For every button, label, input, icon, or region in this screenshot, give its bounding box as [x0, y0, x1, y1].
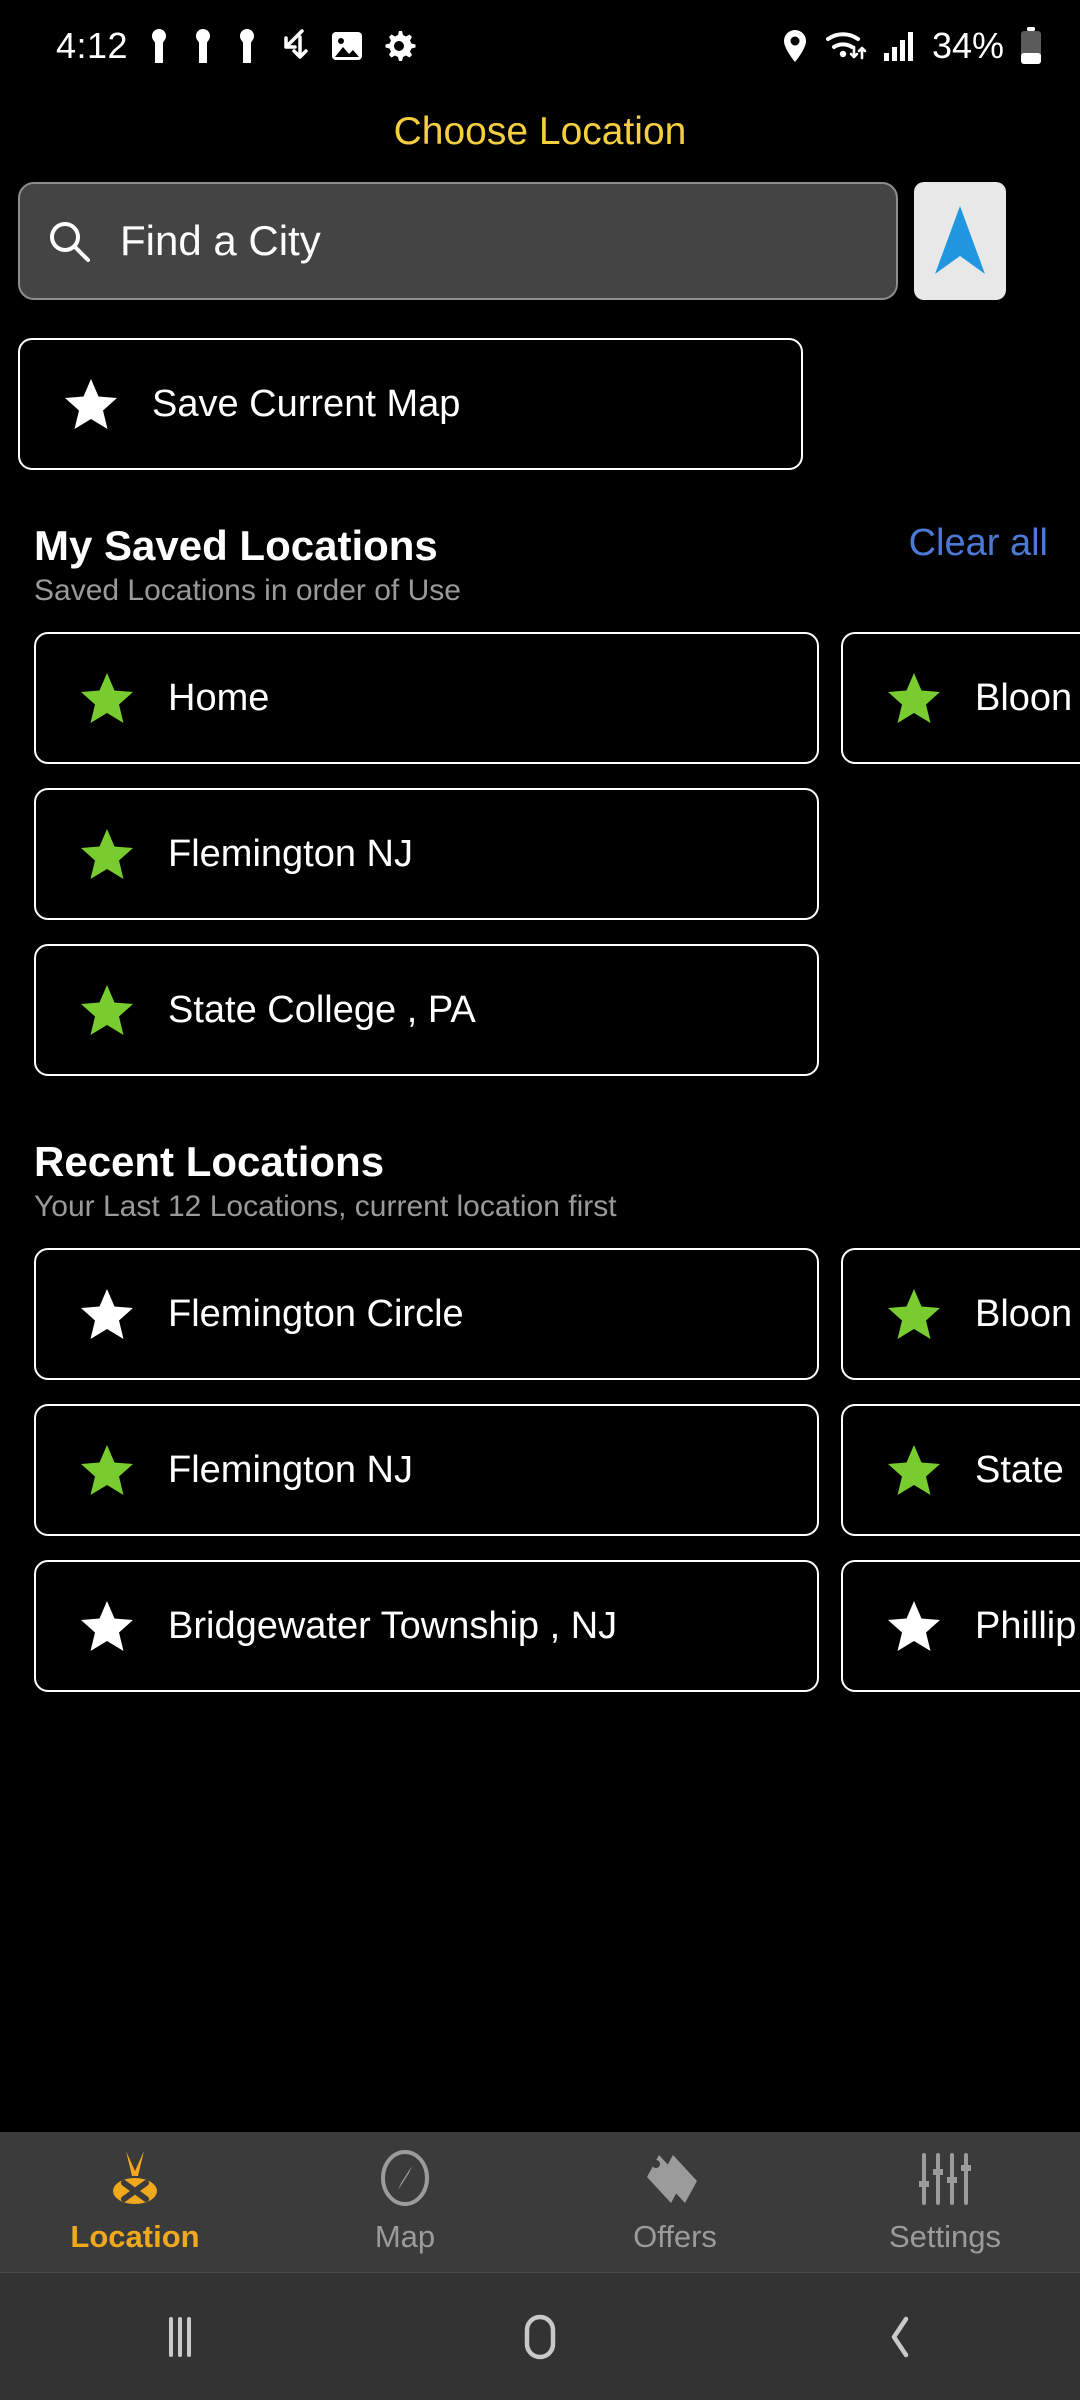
tab-offers[interactable]: Offers	[540, 2149, 810, 2255]
list-item[interactable]: Bridgewater Township , NJ	[34, 1560, 819, 1692]
image-icon	[332, 32, 363, 60]
list-item[interactable]: Flemington Circle	[34, 1248, 819, 1380]
saved-locations-row: Flemington NJ	[34, 788, 1048, 920]
tab-map-label: Map	[374, 2219, 436, 2254]
list-item-label: Flemington NJ	[168, 832, 413, 875]
saved-locations-title: My Saved Locations	[34, 522, 438, 569]
wifi-icon	[825, 32, 867, 60]
list-item[interactable]: Flemington NJ	[34, 1404, 819, 1536]
star-icon	[888, 1601, 940, 1651]
recent-locations-title: Recent Locations	[34, 1138, 385, 1185]
page-title: Choose Location	[393, 110, 687, 153]
star-icon	[81, 985, 133, 1035]
status-time: 4:12	[56, 25, 129, 66]
recent-locations-section: Recent Locations Your Last 12 Locations,…	[0, 1138, 1080, 1692]
search-input[interactable]: Find a City	[18, 182, 898, 300]
star-icon	[65, 379, 117, 429]
status-bar-left: 4:12	[56, 25, 416, 67]
recent-locations-row: Flemington NJ State	[34, 1404, 1080, 1536]
android-navigation-bar	[0, 2272, 1080, 2400]
saved-locations-row: State College , PA	[34, 944, 1048, 1076]
clear-all-button[interactable]: Clear all	[909, 522, 1048, 565]
list-item-label: Home	[168, 676, 270, 719]
status-bar-right: 34%	[780, 25, 1044, 67]
cellular-signal-icon	[883, 32, 913, 61]
save-current-map-button[interactable]: Save Current Map	[18, 338, 803, 470]
tab-location[interactable]: Location	[0, 2149, 270, 2255]
location-pin-icon	[783, 30, 806, 62]
list-item-label: Bloon	[975, 676, 1073, 719]
saved-locations-header: My Saved Locations Saved Locations in or…	[34, 522, 1048, 608]
recents-key[interactable]	[0, 2311, 360, 2363]
search-row: Find a City	[0, 172, 1080, 310]
home-icon	[524, 2314, 556, 2359]
list-item[interactable]: Bloon	[841, 1248, 1080, 1380]
star-icon	[81, 1601, 133, 1651]
search-placeholder: Find a City	[120, 217, 321, 264]
home-key[interactable]	[360, 2309, 720, 2365]
list-item-label: State College , PA	[168, 988, 476, 1031]
tab-settings-label: Settings	[888, 2219, 1001, 2254]
list-item[interactable]: Home	[34, 632, 819, 764]
recent-locations-grid: Flemington Circle Bloon Flemington NJ St…	[34, 1248, 1080, 1692]
location-x-pin-icon	[113, 2151, 157, 2204]
recent-locations-subtitle: Your Last 12 Locations, current location…	[34, 1190, 617, 1223]
recents-icon	[169, 2316, 191, 2357]
back-chevron-icon	[891, 2316, 909, 2357]
search-icon	[50, 222, 90, 262]
person-notification-icon	[240, 29, 255, 63]
saved-locations-subtitle: Saved Locations in order of Use	[34, 574, 461, 607]
star-icon	[81, 673, 133, 723]
app-screen: 4:12 34% Choose Location Find a City Sav…	[0, 0, 1080, 2400]
tab-location-label: Location	[70, 2219, 200, 2254]
sync-check-icon	[284, 29, 308, 59]
bottom-tab-bar: Location Map Offers Settings	[0, 2132, 1080, 2272]
recent-locations-row: Flemington Circle Bloon	[34, 1248, 1080, 1380]
list-item[interactable]: Phillip	[841, 1560, 1080, 1692]
tab-map[interactable]: Map	[270, 2149, 540, 2255]
tab-settings[interactable]: Settings	[810, 2149, 1080, 2255]
tab-offers-label: Offers	[633, 2219, 717, 2254]
saved-locations-grid: Home Bloon Flemington NJ State College ,…	[34, 632, 1080, 1076]
person-notification-icon	[196, 29, 211, 63]
star-icon	[81, 1445, 133, 1495]
list-item[interactable]: State	[841, 1404, 1080, 1536]
list-item[interactable]: State College , PA	[34, 944, 819, 1076]
battery-percent: 34%	[931, 25, 1004, 66]
battery-icon	[1021, 27, 1041, 64]
status-bar: 4:12 34%	[0, 0, 1080, 92]
list-item[interactable]: Bloon	[841, 632, 1080, 764]
page-title-wrap: Choose Location	[0, 92, 1080, 172]
navigation-arrow-icon	[935, 206, 985, 274]
list-item[interactable]: Flemington NJ	[34, 788, 819, 920]
recent-locations-row: Bridgewater Township , NJ Phillip	[34, 1560, 1080, 1692]
recent-locations-header: Recent Locations Your Last 12 Locations,…	[34, 1138, 1048, 1224]
list-item-label: Flemington Circle	[168, 1292, 464, 1335]
list-item-label: Flemington NJ	[168, 1448, 413, 1491]
list-item-label: Phillip	[975, 1604, 1077, 1647]
tags-icon	[647, 2155, 697, 2203]
star-icon	[888, 673, 940, 723]
list-item-label: Bridgewater Township , NJ	[168, 1604, 618, 1647]
star-icon	[81, 829, 133, 879]
use-current-location-button[interactable]	[914, 182, 1006, 300]
saved-locations-section: My Saved Locations Saved Locations in or…	[0, 522, 1080, 1076]
gear-icon	[385, 31, 416, 61]
person-notification-icon	[152, 29, 167, 63]
compass-icon	[381, 2150, 429, 2206]
star-icon	[888, 1445, 940, 1495]
save-current-map-label: Save Current Map	[152, 382, 461, 425]
sliders-icon	[919, 2153, 971, 2205]
list-item-label: Bloon	[975, 1292, 1073, 1335]
saved-locations-row: Home Bloon	[34, 632, 1080, 764]
star-icon	[888, 1289, 940, 1339]
back-key[interactable]	[720, 2309, 1080, 2365]
list-item-label: State	[975, 1448, 1064, 1491]
star-icon	[81, 1289, 133, 1339]
